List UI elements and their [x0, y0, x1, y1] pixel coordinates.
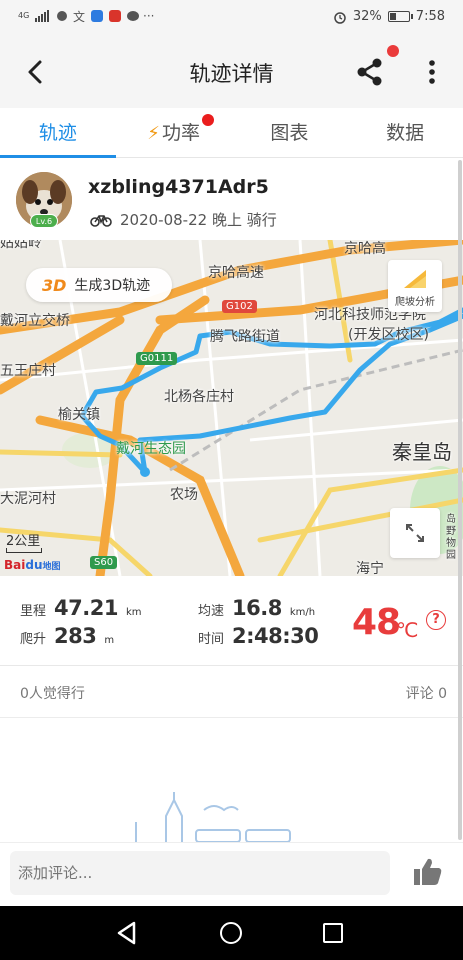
empty-comments-area [0, 718, 463, 842]
page-title: 轨迹详情 [189, 62, 274, 86]
fullscreen-button[interactable] [390, 508, 440, 558]
power-tab-notification-dot [202, 114, 214, 126]
map-label: (开发区校区) [348, 327, 429, 343]
map-label: 秦皇岛 [392, 440, 452, 464]
nav-home-icon[interactable] [220, 922, 242, 944]
map-label: 戴河生态园 [116, 441, 186, 457]
3d-icon: 3D [42, 275, 67, 295]
map-scale-bar [6, 548, 42, 553]
nav-back-icon[interactable] [114, 920, 140, 946]
tab-power[interactable]: ⚡ 功率 [116, 108, 232, 157]
map-label: 海宁 [356, 561, 384, 576]
bolt-icon: ⚡ [147, 123, 160, 144]
share-icon[interactable] [352, 54, 388, 90]
username[interactable]: xzbling4371Adr5 [88, 176, 269, 198]
map-label: 戴河立交桥 [0, 313, 70, 329]
notification-icons: 文 ··· [57, 9, 155, 23]
map-label: 农场 [170, 487, 198, 503]
level-badge: Lv.6 [30, 214, 58, 228]
map-label: 五王庄村 [0, 363, 56, 379]
svg-text:···: ··· [143, 9, 154, 23]
tab-data[interactable]: 数据 [347, 108, 463, 157]
expand-icon [406, 524, 424, 542]
generate-3d-track-button[interactable]: 3D 生成3D轨迹 [26, 268, 172, 302]
tab-charts[interactable]: 图表 [232, 108, 348, 157]
map-label: 京哈高速 [208, 265, 264, 281]
signal-icon [35, 10, 50, 22]
stat-distance: 里程 47.21 km [20, 596, 142, 620]
map-label: 京哈高 [344, 241, 386, 257]
tab-bar: 轨迹 ⚡ 功率 图表 数据 [0, 108, 463, 158]
stat-avg-speed: 均速 16.8 km/h [198, 596, 316, 620]
temperature-unit: ℃ [396, 618, 419, 642]
map-label: 北杨各庄村 [164, 389, 234, 405]
temperature-value: 48 [352, 602, 401, 643]
comment-bar [0, 842, 463, 906]
alarm-icon [334, 11, 346, 24]
help-icon[interactable]: ? [426, 610, 446, 630]
climb-analysis-button[interactable]: 爬坡分析 [388, 260, 442, 312]
road-badge: G0111 [136, 352, 178, 365]
map-label: 姑姑岭 [0, 240, 42, 251]
road-badge: G102 [222, 300, 257, 313]
activity-date: 2020-08-22 晚上 骑行 [120, 211, 277, 229]
map-label: 榆关镇 [58, 407, 100, 423]
activity-header: Lv.6 xzbling4371Adr5 2020-08-22 晚上 骑行 [0, 158, 463, 240]
social-row: 0人觉得行 评论 0 [0, 666, 463, 718]
svg-text:文: 文 [73, 9, 85, 23]
slope-icon [404, 270, 426, 288]
activity-stats: 里程 47.21 km 爬升 283 m 均速 16.8 km/h 时间 2:4… [0, 576, 463, 666]
likes-count[interactable]: 0人觉得行 [20, 683, 85, 703]
bicycle-icon [90, 214, 112, 227]
stat-duration: 时间 2:48:30 [198, 624, 319, 648]
map-label: 大泥河村 [0, 491, 56, 507]
nav-recents-icon[interactable] [323, 923, 343, 943]
baidu-map-logo: Baidu地图 [4, 558, 61, 572]
status-bar: 4G 文 ··· 32% 7:58 [0, 0, 463, 36]
track-map[interactable]: 姑姑岭 京哈高速 京哈高 戴河立交桥 河北科技师范学院 (开发区校区) 五王庄村… [0, 240, 463, 576]
comment-input[interactable] [10, 851, 390, 895]
road-badge: S60 [90, 556, 118, 569]
comments-count[interactable]: 评论 0 [406, 683, 447, 703]
top-app-bar: 轨迹详情 [0, 36, 463, 108]
network-type: 4G [18, 11, 30, 20]
map-label: 腾飞路街道 [210, 329, 280, 345]
battery-percent: 32% [352, 9, 382, 24]
empty-illustration [135, 792, 291, 842]
stat-climb: 爬升 283 m [20, 624, 115, 648]
map-scale-label: 2公里 [6, 534, 41, 549]
system-nav-bar [0, 906, 463, 960]
battery-icon [387, 11, 413, 22]
thumbs-up-icon[interactable] [410, 855, 444, 889]
tab-track[interactable]: 轨迹 [0, 108, 116, 158]
share-notification-dot [387, 45, 399, 57]
clock: 7:58 [415, 9, 445, 24]
scrollbar[interactable] [458, 160, 462, 840]
more-vertical-icon[interactable] [420, 56, 444, 88]
